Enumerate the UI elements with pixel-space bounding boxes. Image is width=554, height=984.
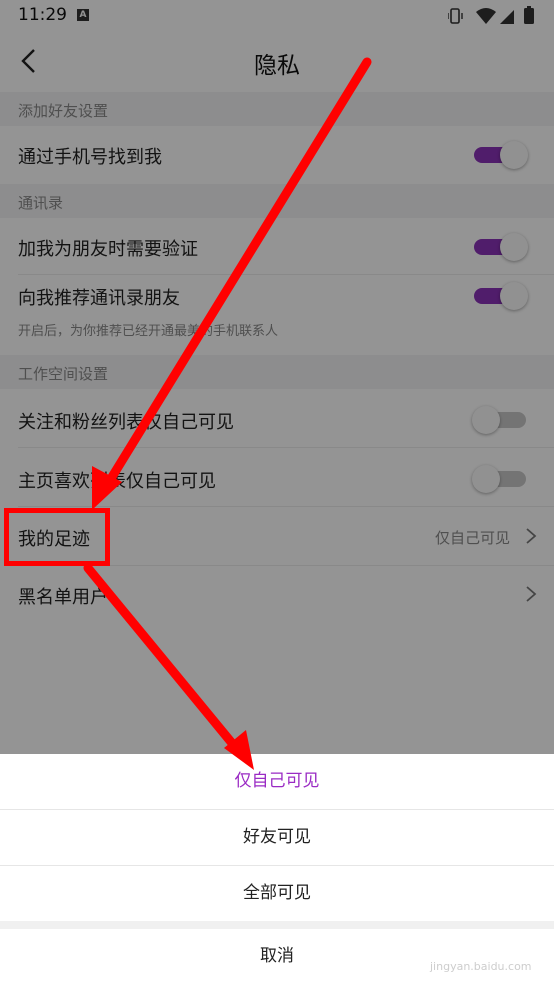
cancel-button[interactable]: 取消 [0, 929, 554, 984]
option-everyone[interactable]: 全部可见 [0, 866, 554, 921]
option-only-me[interactable]: 仅自己可见 [0, 754, 554, 809]
visibility-bottom-sheet: 仅自己可见 好友可见 全部可见 取消 [0, 754, 554, 984]
option-friends[interactable]: 好友可见 [0, 810, 554, 865]
